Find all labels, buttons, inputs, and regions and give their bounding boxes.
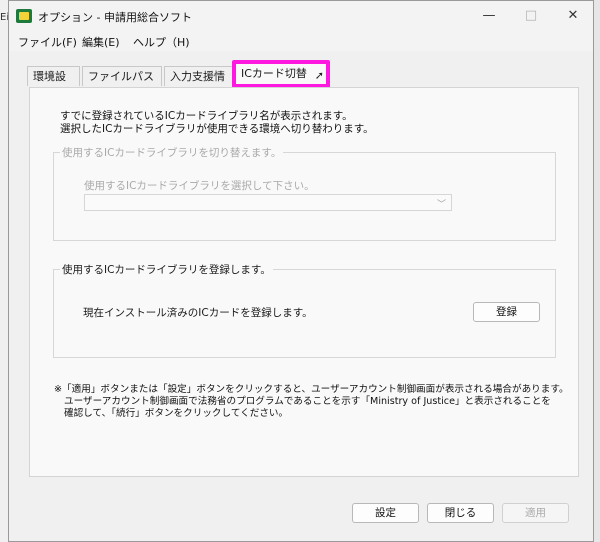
description-line: 選択したICカードライブラリが使用できる環境へ切り替わります。 bbox=[60, 123, 374, 135]
mouse-cursor-icon: ➚ bbox=[314, 69, 324, 82]
minimize-button[interactable]: — bbox=[469, 5, 509, 27]
group-legend: 使用するICカードライブラリを切り替えます。 bbox=[60, 145, 284, 160]
app-icon bbox=[16, 9, 32, 23]
close-window-button[interactable]: ✕ bbox=[553, 5, 593, 27]
menu-help[interactable]: ヘルプ（H) bbox=[133, 34, 190, 50]
register-button[interactable]: 登録 bbox=[473, 302, 540, 322]
settings-button[interactable]: 設定 bbox=[352, 503, 419, 523]
group-legend: 使用するICカードライブラリを登録します。 bbox=[60, 262, 273, 277]
switch-library-group: 使用するICカードライブラリを切り替えます。 使用するICカードライブラリを選択… bbox=[53, 145, 556, 241]
uac-note: ※「適用」ボタンまたは「設定」ボタンをクリックすると、ユーザーアカウント制御画面… bbox=[54, 384, 569, 420]
background-window-edge-right bbox=[594, 0, 600, 542]
close-button[interactable]: 閉じる bbox=[427, 503, 494, 523]
register-description: 現在インストール済みのICカードを登録します。 bbox=[83, 307, 313, 319]
note-line: ユーザーアカウント制御画面で法務省のプログラムであることを示す「Ministry… bbox=[64, 396, 551, 407]
maximize-button[interactable]: □ bbox=[511, 5, 551, 27]
note-line: ※「適用」ボタンまたは「設定」ボタンをクリックすると、ユーザーアカウント制御画面… bbox=[54, 384, 569, 395]
register-library-group: 使用するICカードライブラリを登録します。 現在インストール済みのICカードを登… bbox=[53, 262, 556, 358]
background-window-edge: Ei bbox=[0, 0, 9, 542]
window-title: オプション - 申請用総合ソフト bbox=[38, 11, 192, 24]
tab-label: ICカード切替 bbox=[241, 67, 307, 80]
description-line: すでに登録されているICカードライブラリ名が表示されます。 bbox=[60, 110, 353, 122]
menu-bar: ファイル(F) 編集(E) ヘルプ（H) bbox=[9, 31, 593, 51]
tab-strip: 環境設定 ファイルパス設定 入力支援情報 ICカード切替 ➚ bbox=[9, 51, 593, 103]
tab-input-support[interactable]: 入力支援情報 bbox=[164, 66, 234, 103]
menu-file[interactable]: ファイル(F) bbox=[18, 34, 77, 50]
apply-button[interactable]: 適用 bbox=[502, 503, 569, 523]
tab-panel-ic-card: すでに登録されているICカードライブラリ名が表示されます。 選択したICカードラ… bbox=[29, 87, 579, 477]
note-line: 確認して、「続行」ボタンをクリックしてください。 bbox=[64, 408, 289, 419]
tab-file-path[interactable]: ファイルパス設定 bbox=[82, 66, 162, 103]
tab-environment[interactable]: 環境設定 bbox=[27, 66, 80, 103]
tab-ic-card-switch[interactable]: ICカード切替 ➚ bbox=[232, 60, 330, 88]
select-hint: 使用するICカードライブラリを選択して下さい。 bbox=[84, 180, 315, 192]
title-bar: オプション - 申請用総合ソフト — □ ✕ bbox=[9, 1, 593, 31]
options-dialog: オプション - 申請用総合ソフト — □ ✕ ファイル(F) 編集(E) ヘルプ… bbox=[8, 0, 594, 542]
library-select[interactable]: ﹀ bbox=[84, 194, 452, 211]
chevron-down-icon: ﹀ bbox=[436, 200, 446, 210]
description: すでに登録されているICカードライブラリ名が表示されます。 選択したICカードラ… bbox=[60, 110, 374, 136]
menu-edit[interactable]: 編集(E) bbox=[82, 34, 120, 50]
